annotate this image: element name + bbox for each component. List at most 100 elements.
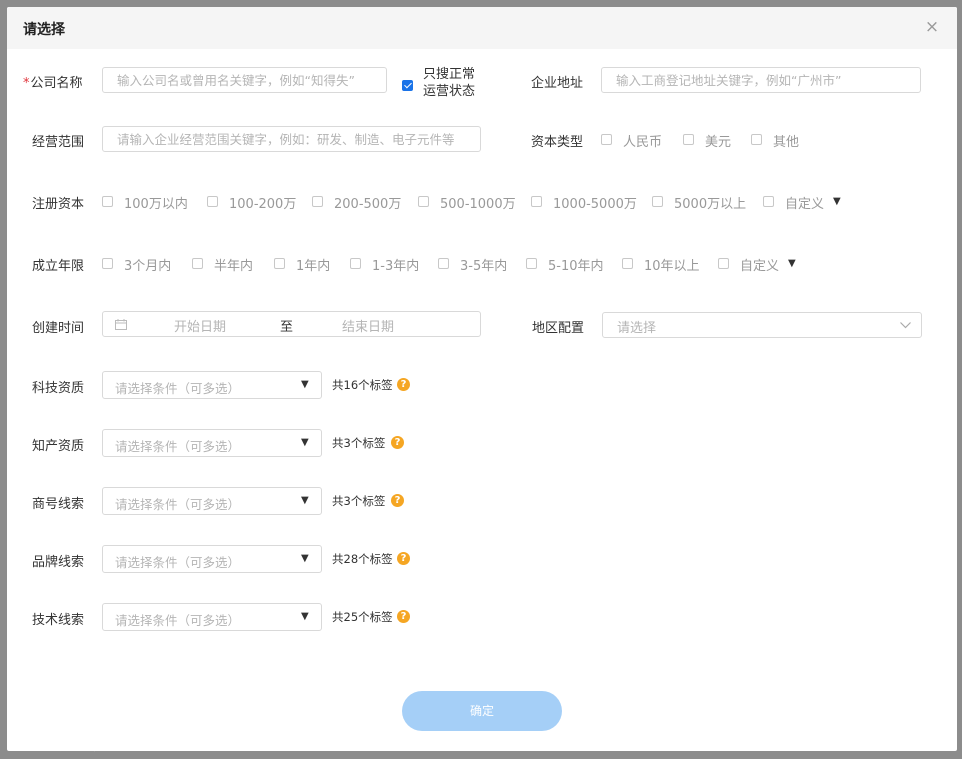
reg-capital-option[interactable]: 200-500万 (334, 193, 401, 212)
help-icon[interactable]: ? (391, 436, 404, 449)
reg-capital-checkbox-custom[interactable] (763, 196, 774, 207)
reg-capital-option[interactable]: 100-200万 (229, 193, 296, 212)
est-years-option-custom[interactable]: 自定义 (740, 255, 779, 274)
watermark-text: 大数跨境 (34, 734, 107, 754)
business-scope-field[interactable] (102, 126, 481, 152)
dialog-header: 请选择 × (7, 7, 957, 49)
calendar-icon (115, 319, 127, 330)
est-years-option[interactable]: 半年内 (214, 255, 253, 274)
qualification-select-placeholder: 请选择条件（可多选） (115, 613, 241, 628)
reg-capital-checkbox[interactable] (312, 196, 323, 207)
reg-capital-option[interactable]: 5000万以上 (674, 193, 746, 212)
qualification-select[interactable]: 请选择条件（可多选） ▼ (102, 487, 322, 515)
capital-type-option-rmb[interactable]: 人民币 (623, 131, 662, 150)
est-years-option[interactable]: 3个月内 (124, 255, 171, 274)
date-range-picker[interactable]: 开始日期 至 结束日期 (102, 311, 481, 337)
business-scope-label: 经营范围 (32, 135, 85, 150)
business-scope-input[interactable] (103, 127, 480, 151)
reg-capital-checkbox[interactable] (418, 196, 429, 207)
normal-only-label-line2: 运营状态 (423, 84, 476, 99)
est-years-checkbox[interactable] (192, 258, 203, 269)
qualification-select-placeholder: 请选择条件（可多选） (115, 497, 241, 512)
help-icon[interactable]: ? (397, 378, 410, 391)
company-name-label-text: 公司名称 (30, 76, 83, 91)
est-years-option[interactable]: 5-10年内 (548, 255, 604, 274)
tag-count: 共16个标签 (332, 378, 393, 392)
caret-down-icon: ▼ (301, 553, 309, 564)
address-input[interactable] (602, 68, 920, 92)
confirm-button[interactable]: 确定 (402, 691, 562, 731)
caret-down-icon[interactable]: ▼ (833, 196, 841, 207)
reg-capital-option[interactable]: 500-1000万 (440, 193, 516, 212)
tag-count: 共3个标签 (332, 436, 386, 450)
company-name-label: *公司名称 (23, 72, 83, 91)
est-years-option[interactable]: 1-3年内 (372, 255, 419, 274)
qualification-label: 科技资质 (32, 381, 85, 396)
qualification-select-placeholder: 请选择条件（可多选） (115, 439, 241, 454)
qualification-select-placeholder: 请选择条件（可多选） (115, 555, 241, 570)
qualification-select[interactable]: 请选择条件（可多选） ▼ (102, 545, 322, 573)
normal-only-label: 只搜正常 运营状态 (423, 66, 475, 100)
start-date-input[interactable]: 开始日期 (174, 316, 226, 335)
capital-type-checkbox-usd[interactable] (683, 134, 694, 145)
registered-capital-label: 注册资本 (32, 197, 85, 212)
est-years-checkbox[interactable] (102, 258, 113, 269)
created-time-label: 创建时间 (32, 321, 85, 336)
help-icon[interactable]: ? (397, 610, 410, 623)
caret-down-icon: ▼ (301, 437, 309, 448)
qualification-label: 品牌线索 (32, 555, 85, 570)
est-years-checkbox[interactable] (438, 258, 449, 269)
est-years-checkbox[interactable] (526, 258, 537, 269)
region-select-placeholder: 请选择 (617, 321, 657, 336)
est-years-option[interactable]: 3-5年内 (460, 255, 507, 274)
caret-down-icon: ▼ (301, 379, 309, 390)
watermark-logo: ⅽ∞ (8, 735, 31, 753)
normal-only-label-line1: 只搜正常 (423, 67, 476, 82)
qualification-label: 商号线索 (32, 497, 85, 512)
help-icon[interactable]: ? (397, 552, 410, 565)
required-mark: * (23, 76, 30, 91)
reg-capital-option[interactable]: 100万以内 (124, 193, 188, 212)
qualification-select[interactable]: 请选择条件（可多选） ▼ (102, 603, 322, 631)
tag-count: 共3个标签 (332, 494, 386, 508)
capital-type-checkbox-rmb[interactable] (601, 134, 612, 145)
reg-capital-option[interactable]: 1000-5000万 (553, 193, 637, 212)
reg-capital-checkbox[interactable] (652, 196, 663, 207)
qualification-select-placeholder: 请选择条件（可多选） (115, 381, 241, 396)
qualification-label: 知产资质 (32, 439, 85, 454)
watermark: ⅽ∞ 大数跨境 (8, 729, 107, 754)
tag-count: 共25个标签 (332, 610, 393, 624)
address-label: 企业地址 (531, 76, 584, 91)
help-icon[interactable]: ? (391, 494, 404, 507)
capital-type-checkbox-other[interactable] (751, 134, 762, 145)
qualification-select[interactable]: 请选择条件（可多选） ▼ (102, 429, 322, 457)
region-select[interactable]: 请选择 (602, 312, 922, 338)
company-name-input[interactable] (103, 68, 386, 92)
select-dialog: 请选择 × *公司名称 只搜正常运营状态 企业地址 经营范围 资本类型 人民币 … (7, 7, 957, 751)
est-years-option[interactable]: 1年内 (296, 255, 330, 274)
caret-down-icon[interactable]: ▼ (788, 258, 796, 269)
end-date-input[interactable]: 结束日期 (342, 316, 394, 335)
reg-capital-checkbox[interactable] (207, 196, 218, 207)
capital-type-option-usd[interactable]: 美元 (705, 131, 731, 150)
est-years-checkbox[interactable] (622, 258, 633, 269)
reg-capital-option-custom[interactable]: 自定义 (785, 193, 824, 212)
dialog-title: 请选择 (23, 22, 65, 38)
company-name-field[interactable] (102, 67, 387, 93)
close-icon[interactable]: × (923, 18, 941, 36)
reg-capital-checkbox[interactable] (102, 196, 113, 207)
caret-down-icon: ▼ (301, 495, 309, 506)
est-years-checkbox[interactable] (350, 258, 361, 269)
capital-type-option-other[interactable]: 其他 (773, 131, 799, 150)
caret-down-icon: ▼ (301, 611, 309, 622)
established-years-label: 成立年限 (32, 259, 85, 274)
est-years-checkbox-custom[interactable] (718, 258, 729, 269)
normal-only-checkbox[interactable] (402, 80, 413, 91)
est-years-checkbox[interactable] (274, 258, 285, 269)
qualification-label: 技术线索 (32, 613, 85, 628)
address-field[interactable] (601, 67, 921, 93)
reg-capital-checkbox[interactable] (531, 196, 542, 207)
qualification-select[interactable]: 请选择条件（可多选） ▼ (102, 371, 322, 399)
est-years-option[interactable]: 10年以上 (644, 255, 700, 274)
date-separator: 至 (280, 320, 294, 335)
